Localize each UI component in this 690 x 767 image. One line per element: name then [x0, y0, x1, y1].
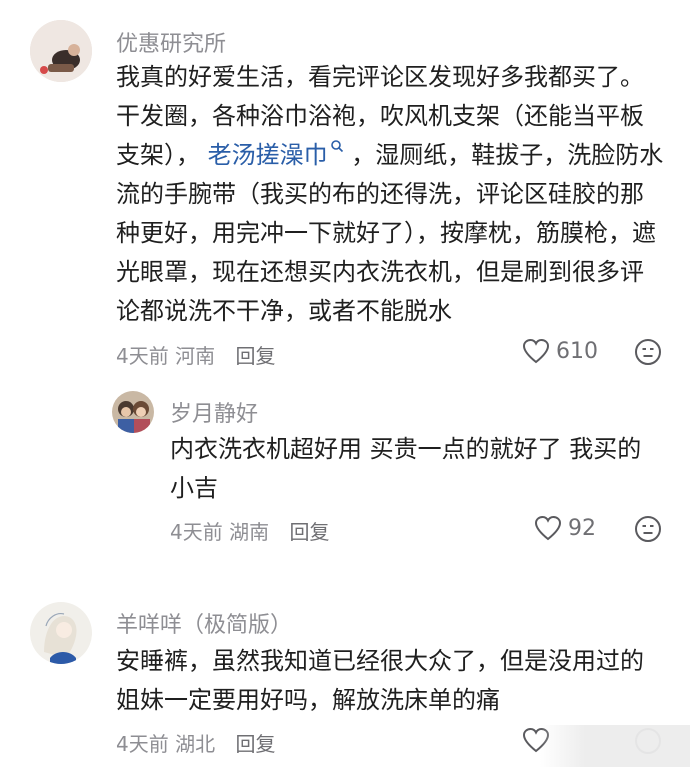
comment-meta: 4天前 河南 回复	[116, 340, 275, 369]
like-count: 92	[568, 515, 596, 541]
text-line: 种更好，用完冲一下就好了），按摩枕，筋膜枪，遮	[116, 219, 656, 247]
neutral-face-icon	[635, 516, 661, 542]
text-line: 支架）， 老汤搓澡巾 ，湿厕纸，鞋拔子，洗脸防水	[116, 136, 676, 175]
neutral-face-icon	[635, 339, 661, 365]
text-line: 干发圈，各种浴巾浴袍，吹风机支架（还能当平板	[116, 102, 644, 130]
product-link-label: 老汤搓澡巾	[207, 141, 328, 169]
location: 湖南	[229, 520, 270, 544]
emoji-reaction-button[interactable]	[634, 515, 662, 547]
location: 湖北	[175, 732, 216, 756]
avatar[interactable]	[112, 391, 154, 433]
location: 河南	[175, 344, 216, 368]
reply-button[interactable]: 回复	[289, 520, 329, 544]
username[interactable]: 岁月静好	[170, 396, 258, 428]
heart-outline-icon	[534, 515, 562, 541]
text-line: 流的手腕带（我买的布的还得洗，评论区硅胶的那	[116, 180, 644, 208]
text-line: 小吉	[170, 474, 218, 502]
watermark-overlay	[540, 725, 690, 767]
timestamp: 4天前	[170, 520, 223, 544]
product-link[interactable]: 老汤搓澡巾	[207, 140, 344, 169]
username[interactable]: 羊咩咩（极简版）	[116, 607, 292, 639]
comment-meta: 4天前 湖南 回复	[170, 516, 329, 545]
reply-button[interactable]: 回复	[235, 344, 275, 368]
timestamp: 4天前	[116, 732, 169, 756]
like-count: 610	[556, 338, 598, 364]
text-line: 内衣洗衣机超好用 买贵一点的就好了 我买的	[170, 435, 642, 463]
emoji-reaction-button[interactable]	[634, 338, 662, 370]
text-line: 姐妹一定要用好吗，解放洗床单的痛	[116, 686, 500, 714]
comment-meta: 4天前 湖北 回复	[116, 728, 275, 757]
comment-text: 内衣洗衣机超好用 买贵一点的就好了 我买的 小吉	[170, 430, 670, 508]
like-button[interactable]: 610	[522, 338, 598, 364]
comment-text: 安睡裤，虽然我知道已经很大众了，但是没用过的 姐妹一定要用好吗，解放洗床单的痛	[116, 642, 676, 720]
text-line: 光眼罩，现在还想买内衣洗衣机，但是刷到很多评	[116, 258, 644, 286]
username[interactable]: 优惠研究所	[116, 26, 226, 58]
reply-button[interactable]: 回复	[235, 732, 275, 756]
heart-outline-icon	[522, 338, 550, 364]
text-line: 我真的好爱生活，看完评论区发现好多我都买了。	[116, 63, 644, 91]
avatar[interactable]	[30, 20, 92, 82]
text-segment: 支架），	[116, 141, 200, 169]
text-line: 论都说洗不干净，或者不能脱水	[116, 297, 452, 325]
timestamp: 4天前	[116, 344, 169, 368]
comment-text: 我真的好爱生活，看完评论区发现好多我都买了。 干发圈，各种浴巾浴袍，吹风机支架（…	[116, 58, 676, 331]
text-line: 安睡裤，虽然我知道已经很大众了，但是没用过的	[116, 647, 644, 675]
like-button[interactable]: 92	[534, 515, 596, 541]
search-icon	[330, 140, 343, 153]
text-segment: ，湿厕纸，鞋拔子，洗脸防水	[351, 141, 664, 169]
avatar[interactable]	[30, 602, 92, 664]
